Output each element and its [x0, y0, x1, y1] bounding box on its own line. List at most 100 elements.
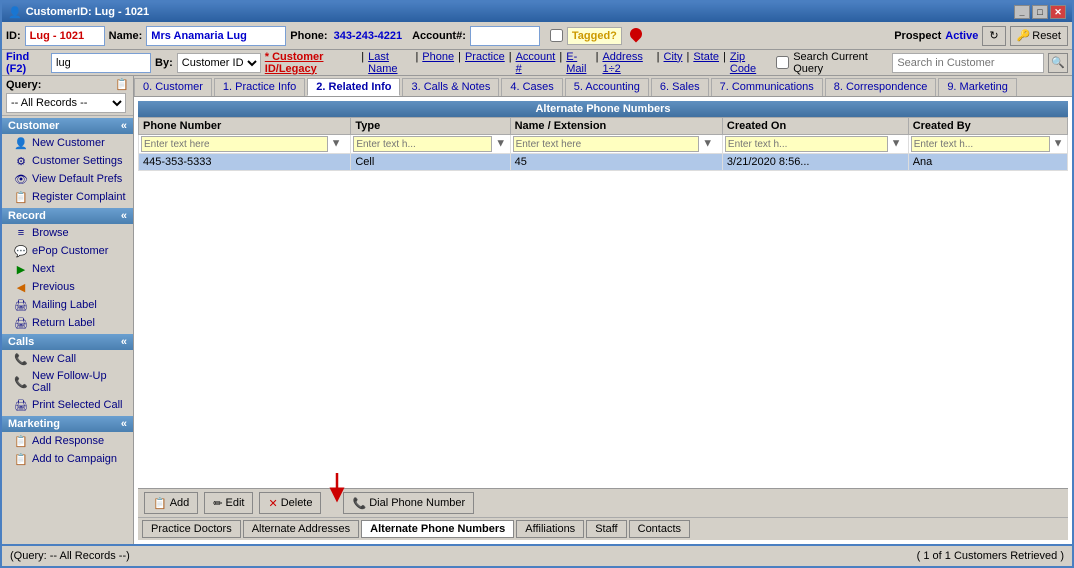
nav-customer-id[interactable]: * Customer ID/Legacy [265, 51, 358, 75]
marketing-section-label: Marketing [8, 418, 60, 430]
filter-name-ext-icon[interactable]: ▼ [702, 138, 713, 150]
bottom-tab-staff[interactable]: Staff [586, 520, 626, 538]
sidebar-item-view-prefs[interactable]: 👁 View Default Prefs [2, 170, 133, 188]
minimize-button[interactable]: _ [1014, 5, 1030, 19]
add-button[interactable]: 📋 Add [144, 492, 198, 514]
filter-phone[interactable] [141, 136, 328, 152]
annotation-arrow [138, 480, 1068, 488]
filter-type[interactable] [353, 136, 492, 152]
tab-cases[interactable]: 4. Cases [501, 78, 562, 96]
print-call-icon: 🖨 [14, 398, 28, 412]
sidebar-section-record[interactable]: Record « [2, 208, 133, 224]
close-button[interactable]: ✕ [1050, 5, 1066, 19]
sidebar-item-add-campaign[interactable]: 📋 Add to Campaign [2, 450, 133, 468]
tab-customer[interactable]: 0. Customer [134, 78, 212, 96]
filter-phone-icon[interactable]: ▼ [331, 138, 342, 150]
sidebar-item-new-call[interactable]: 📞 New Call [2, 350, 133, 368]
tabs-row: 0. Customer 1. Practice Info 2. Related … [134, 76, 1072, 97]
sidebar-item-previous[interactable]: ◀ Previous [2, 278, 133, 296]
reset-button[interactable]: 🔑 Reset [1010, 26, 1068, 46]
return-label-label: Return Label [32, 317, 95, 329]
account-field[interactable] [470, 26, 540, 46]
sidebar-item-next[interactable]: ▶ Next [2, 260, 133, 278]
name-field[interactable] [146, 26, 286, 46]
filter-created-on-icon[interactable]: ▼ [891, 138, 902, 150]
filter-created-by[interactable] [911, 136, 1050, 152]
nav-last-name[interactable]: Last Name [368, 51, 411, 75]
nav-account[interactable]: Account # [516, 51, 556, 75]
bottom-tab-alternate-phone[interactable]: Alternate Phone Numbers [361, 520, 514, 538]
tab-sales[interactable]: 6. Sales [651, 78, 709, 96]
maximize-button[interactable]: □ [1032, 5, 1048, 19]
sidebar-item-browse[interactable]: ≡ Browse [2, 224, 133, 242]
tab-practice-info[interactable]: 1. Practice Info [214, 78, 305, 96]
next-icon: ▶ [14, 262, 28, 276]
find-input[interactable] [51, 53, 151, 73]
register-complaint-label: Register Complaint [32, 191, 126, 203]
status-left: (Query: -- All Records --) [10, 550, 130, 562]
delete-button[interactable]: ✕ Delete [259, 492, 321, 514]
filter-name-ext[interactable] [513, 136, 700, 152]
sidebar-item-new-customer[interactable]: 👤 New Customer [2, 134, 133, 152]
customer-settings-icon: ⚙ [14, 154, 28, 168]
bottom-tab-contacts[interactable]: Contacts [629, 520, 690, 538]
search-button[interactable]: 🔍 [1048, 53, 1068, 73]
new-call-label: New Call [32, 353, 76, 365]
nav-phone[interactable]: Phone [422, 51, 454, 75]
sidebar-item-epop[interactable]: 💬 ePop Customer [2, 242, 133, 260]
col-created-on: Created On [722, 118, 908, 135]
sidebar: Query: 📋 -- All Records -- Customer « 👤 … [2, 76, 134, 544]
find-nav-items: * Customer ID/Legacy | Last Name | Phone… [265, 51, 766, 75]
sidebar-section-customer[interactable]: Customer « [2, 118, 133, 134]
query-panel: Query: 📋 -- All Records -- [2, 76, 133, 116]
bottom-tab-alternate-addresses[interactable]: Alternate Addresses [243, 520, 359, 538]
sidebar-item-add-response[interactable]: 📋 Add Response [2, 432, 133, 450]
table-row[interactable]: 445-353-5333 Cell 45 3/21/2020 8:56... A… [139, 154, 1068, 171]
active-badge: Active [945, 30, 978, 42]
tab-communications[interactable]: 7. Communications [711, 78, 823, 96]
edit-label: Edit [226, 497, 245, 509]
sidebar-item-print-call[interactable]: 🖨 Print Selected Call [2, 396, 133, 414]
nav-address[interactable]: Address 1÷2 [602, 51, 652, 75]
tab-marketing[interactable]: 9. Marketing [938, 78, 1017, 96]
tagged-checkbox[interactable] [550, 29, 563, 42]
id-label: ID: [6, 30, 21, 42]
col-name-ext: Name / Extension [510, 118, 722, 135]
delete-label: Delete [281, 497, 313, 509]
nav-city[interactable]: City [664, 51, 683, 75]
refresh-button[interactable]: ↻ [982, 26, 1005, 46]
tab-accounting[interactable]: 5. Accounting [565, 78, 649, 96]
nav-email[interactable]: E-Mail [566, 51, 591, 75]
dial-phone-button[interactable]: 📞 Dial Phone Number [343, 492, 474, 514]
sidebar-item-register-complaint[interactable]: 📋 Register Complaint [2, 188, 133, 206]
filter-created-on[interactable] [725, 136, 888, 152]
query-select[interactable]: -- All Records -- [6, 93, 126, 113]
sidebar-section-marketing[interactable]: Marketing « [2, 416, 133, 432]
sidebar-item-customer-settings[interactable]: ⚙ Customer Settings [2, 152, 133, 170]
bottom-tab-practice-doctors[interactable]: Practice Doctors [142, 520, 241, 538]
by-select[interactable]: Customer ID Last Name Phone [177, 53, 261, 73]
nav-practice[interactable]: Practice [465, 51, 505, 75]
search-input[interactable] [892, 53, 1044, 73]
tab-related-info[interactable]: 2. Related Info [307, 78, 400, 96]
nav-zip[interactable]: Zip Code [730, 51, 766, 75]
bottom-tabs: Practice Doctors Alternate Addresses Alt… [138, 517, 1068, 540]
sidebar-item-return-label[interactable]: 🖨 Return Label [2, 314, 133, 332]
sidebar-section-calls[interactable]: Calls « [2, 334, 133, 350]
id-field[interactable] [25, 26, 105, 46]
tab-calls-notes[interactable]: 3. Calls & Notes [402, 78, 499, 96]
search-current-query-checkbox[interactable] [776, 56, 789, 69]
sidebar-item-new-followup[interactable]: 📞 New Follow-Up Call [2, 368, 133, 396]
bottom-tab-affiliations[interactable]: Affiliations [516, 520, 584, 538]
browse-label: Browse [32, 227, 69, 239]
edit-button[interactable]: ✏ Edit [204, 492, 253, 514]
filter-type-icon[interactable]: ▼ [495, 138, 506, 150]
query-icon: 📋 [115, 78, 129, 91]
filter-created-by-icon[interactable]: ▼ [1053, 138, 1064, 150]
sidebar-item-mailing-label[interactable]: 🖨 Mailing Label [2, 296, 133, 314]
cell-name-ext: 45 [510, 154, 722, 171]
tagged-label: Tagged? [567, 27, 622, 45]
tab-correspondence[interactable]: 8. Correspondence [825, 78, 937, 96]
new-customer-icon: 👤 [14, 136, 28, 150]
nav-state[interactable]: State [693, 51, 719, 75]
